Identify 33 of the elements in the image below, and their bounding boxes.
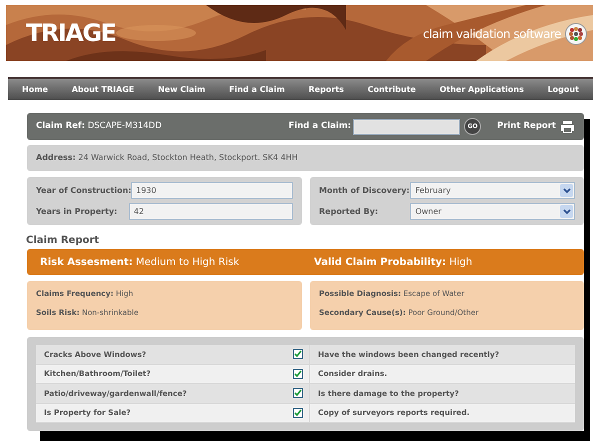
dropdown[interactable]: February: [410, 182, 575, 199]
field-label: Year of Construction:: [36, 184, 131, 196]
input-field[interactable]: 1930: [131, 182, 293, 199]
field-label: Years in Property:: [36, 206, 118, 218]
printer-icon[interactable]: [560, 120, 575, 134]
checkbox[interactable]: [293, 368, 303, 379]
find-claim-field[interactable]: [353, 118, 460, 134]
checkbox[interactable]: [293, 388, 303, 398]
dropdown[interactable]: Owner: [410, 203, 575, 220]
field-label: Month of Discovery:: [319, 184, 410, 196]
address-text: Address: 24 Warwick Road, Stockton Heath, Stockport. SK4 4HH: [36, 152, 298, 164]
risk-text: Risk Assesment: Medium to High Risk: [39, 256, 240, 270]
tagline: claim validation software: [422, 26, 561, 43]
nav-link[interactable]: About TRIAGE: [72, 84, 134, 96]
find-label: Find a Claim:: [288, 120, 352, 133]
risk-text: Valid Claim Probability: High: [314, 256, 472, 270]
print-report-link[interactable]: Print Report: [497, 120, 556, 133]
chevron-down-icon: [562, 208, 570, 214]
field-label: Reported By:: [319, 206, 380, 218]
nav-link[interactable]: Find a Claim: [229, 84, 285, 96]
input-field[interactable]: 42: [128, 203, 293, 220]
dots-logo-icon: [565, 23, 587, 45]
nav-link[interactable]: New Claim: [158, 84, 206, 96]
checkbox[interactable]: [293, 349, 303, 360]
nav-link[interactable]: Logout: [548, 84, 579, 96]
logo-text: TRIAGE: [26, 19, 116, 47]
chevron-down-icon: [562, 188, 570, 194]
nav-link[interactable]: Home: [22, 84, 48, 96]
nav-link[interactable]: Other Applications: [440, 84, 524, 96]
claim-ref: Claim Ref: DSCAPE-M314DD: [36, 120, 162, 133]
nav-link[interactable]: Reports: [308, 84, 344, 96]
nav-link[interactable]: Contribute: [368, 84, 416, 96]
checkbox[interactable]: [293, 408, 303, 418]
